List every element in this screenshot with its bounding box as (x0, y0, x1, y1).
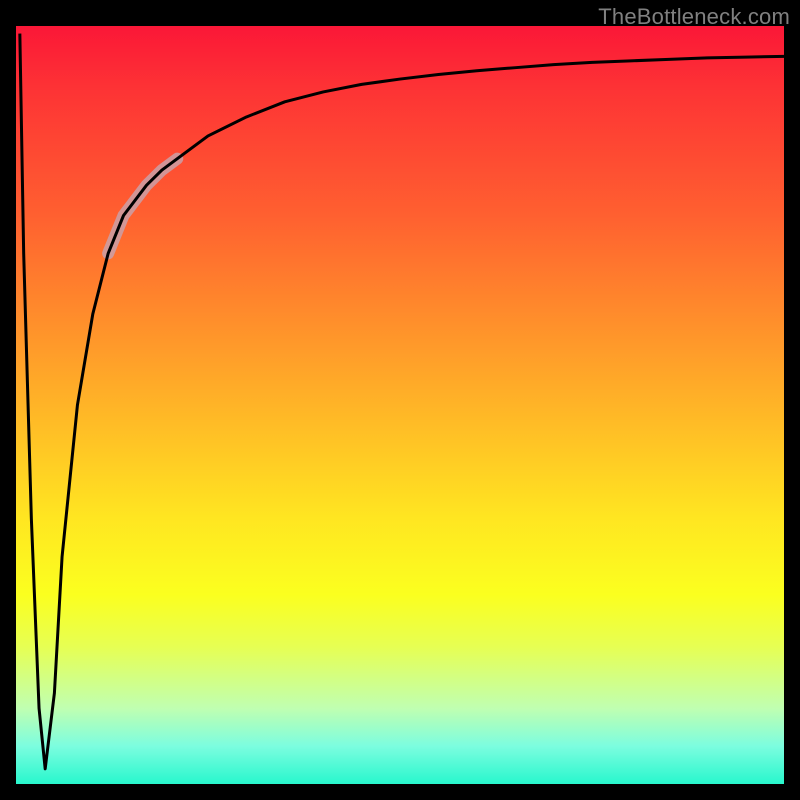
plot-outer (16, 26, 784, 784)
watermark-text: TheBottleneck.com (598, 4, 790, 30)
plot-gradient-background (16, 26, 784, 784)
chart-frame: TheBottleneck.com (0, 0, 800, 800)
